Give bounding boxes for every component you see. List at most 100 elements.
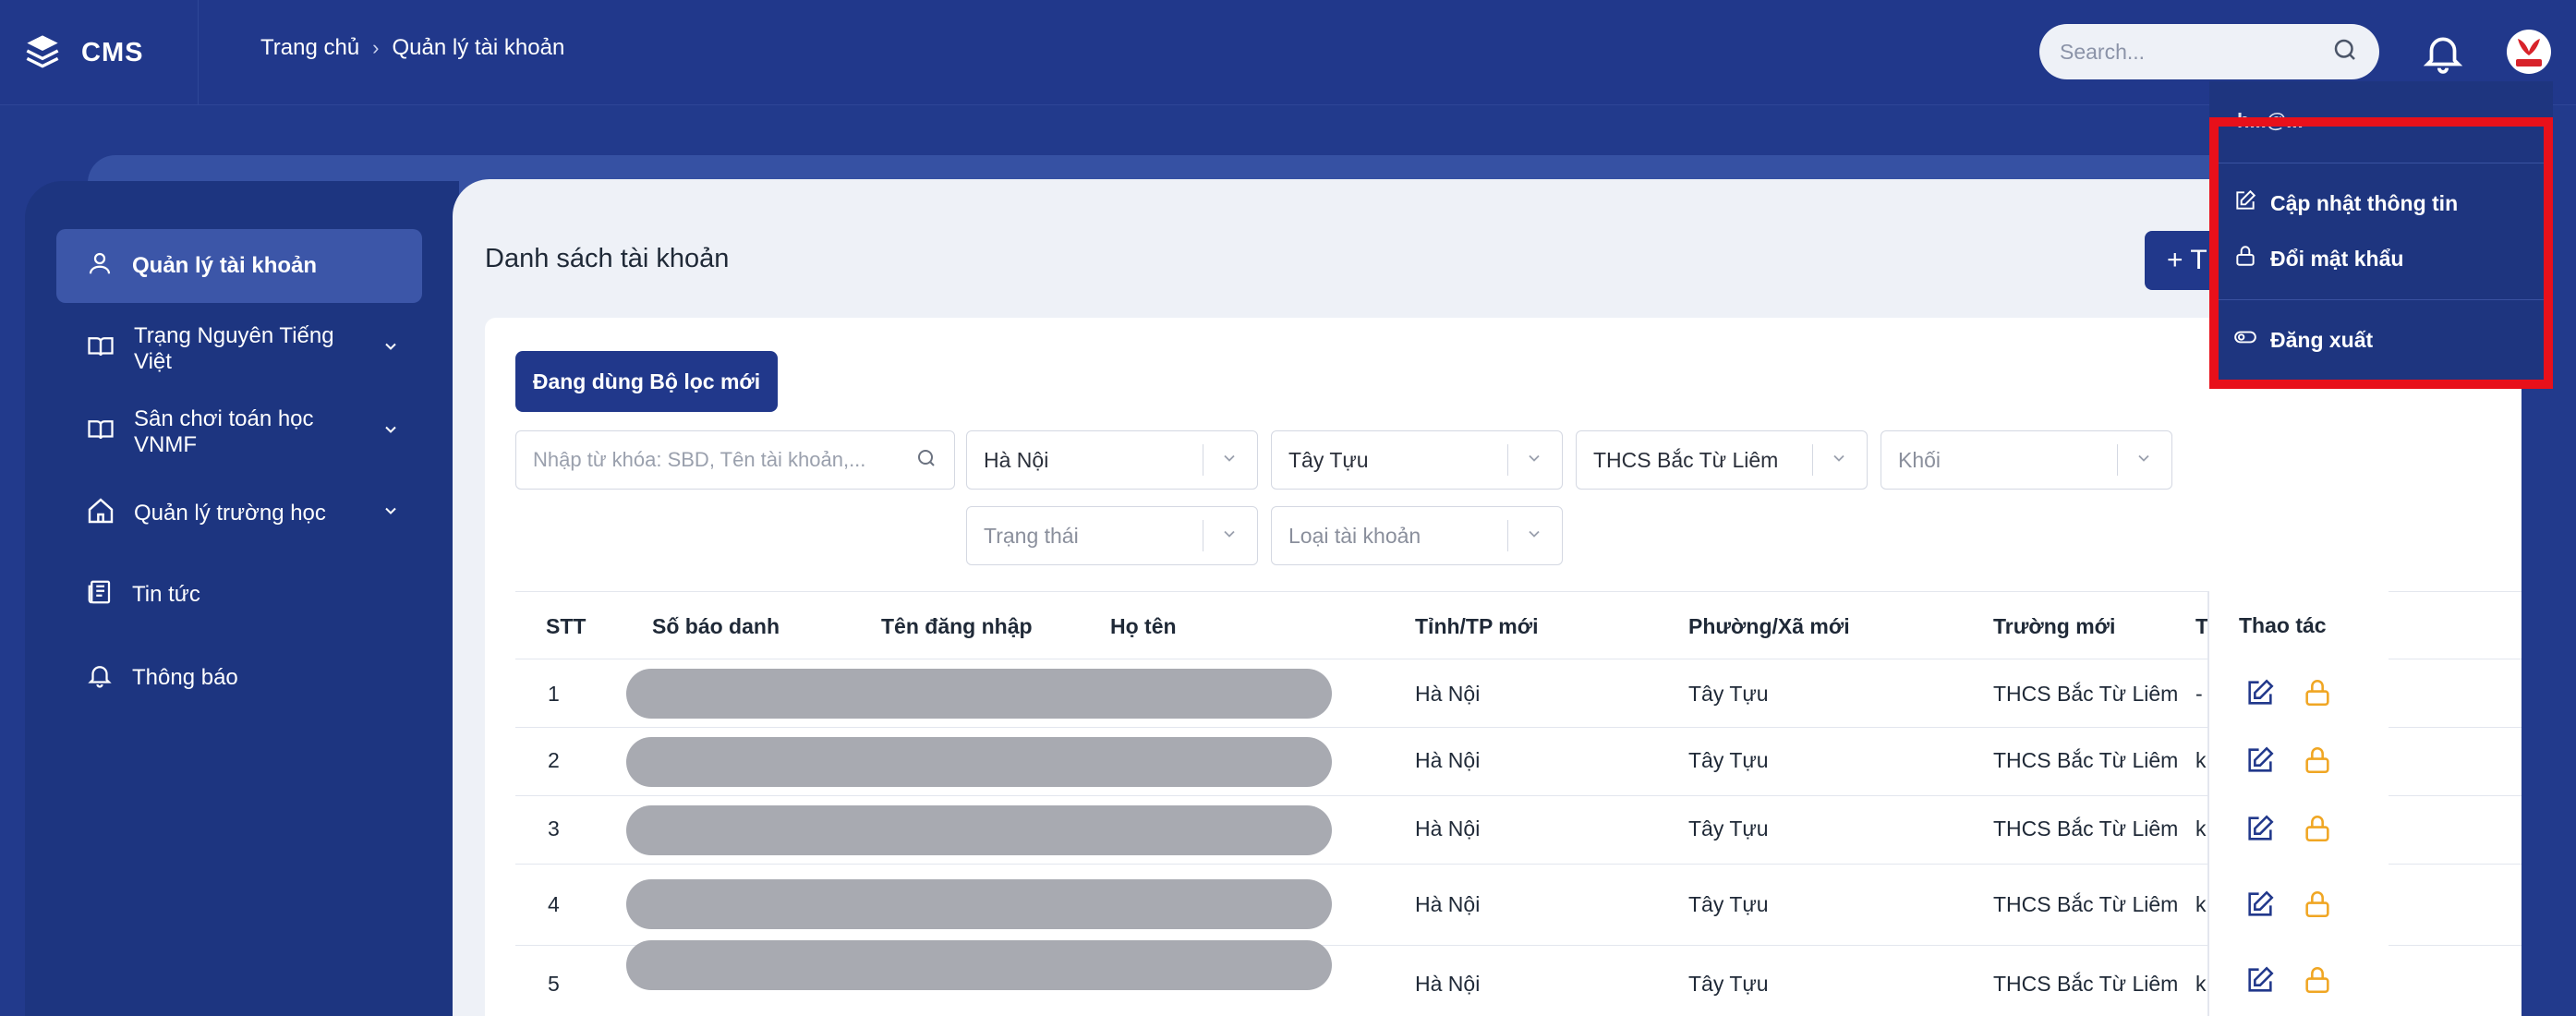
province-select[interactable]: Hà Nội bbox=[966, 430, 1258, 490]
lock-icon[interactable] bbox=[2302, 964, 2333, 1000]
sidebar-item-label: Quản lý tài khoản bbox=[132, 253, 318, 278]
chevron-down-icon bbox=[1220, 448, 1239, 473]
search-box[interactable] bbox=[2039, 24, 2379, 79]
top-bar: CMS Trang chủ › Quản lý tài khoản bbox=[0, 0, 2576, 105]
highlight-box bbox=[2209, 117, 2553, 389]
grade-select[interactable]: Khối bbox=[1881, 430, 2172, 490]
actions-column: Thao tác bbox=[2207, 591, 2389, 1016]
sidebar-item-schools[interactable]: Quản lý trường học bbox=[56, 477, 422, 550]
cell-stt: 2 bbox=[548, 748, 560, 772]
book-icon bbox=[86, 416, 115, 450]
cell-province: Hà Nội bbox=[1415, 892, 1481, 916]
cell-province: Hà Nội bbox=[1415, 816, 1481, 841]
sidebar-item-notifications[interactable]: Thông báo bbox=[56, 641, 422, 715]
header-username[interactable]: Tên đăng nhập bbox=[881, 614, 1033, 639]
sidebar-item-vnmf[interactable]: Sân chơi toán học VNMF bbox=[56, 395, 422, 469]
header-fullname[interactable]: Họ tên bbox=[1110, 614, 1177, 639]
header-sbd[interactable]: Số báo danh bbox=[652, 614, 780, 639]
breadcrumb: Trang chủ › Quản lý tài khoản bbox=[260, 35, 564, 61]
cell-school: THCS Bắc Từ Liêm bbox=[1993, 972, 2179, 996]
cell-ward: Tây Tựu bbox=[1688, 972, 1769, 996]
newspaper-icon bbox=[86, 578, 114, 612]
status-select[interactable]: Trạng thái bbox=[966, 506, 1258, 565]
keyword-input[interactable] bbox=[533, 448, 902, 472]
header-stt[interactable]: STT bbox=[546, 614, 586, 639]
keyword-search[interactable] bbox=[515, 430, 955, 490]
edit-icon[interactable] bbox=[2244, 889, 2276, 925]
select-value: THCS Bắc Từ Liêm bbox=[1593, 447, 1779, 472]
home-icon bbox=[86, 496, 115, 532]
lock-icon[interactable] bbox=[2302, 889, 2333, 925]
chevron-down-icon bbox=[381, 501, 400, 526]
redacted-block bbox=[626, 737, 1332, 787]
chevron-down-icon bbox=[1525, 448, 1543, 473]
sidebar: Quản lý tài khoản Trạng Nguyên Tiếng Việ… bbox=[25, 181, 459, 1016]
search-icon[interactable] bbox=[915, 447, 937, 474]
chevron-down-icon bbox=[1830, 448, 1848, 473]
chevron-right-icon: › bbox=[372, 36, 380, 59]
search-icon[interactable] bbox=[2331, 36, 2359, 68]
cell-truncated: k bbox=[2195, 748, 2207, 772]
cell-school: THCS Bắc Từ Liêm bbox=[1993, 682, 2179, 706]
lock-icon[interactable] bbox=[2302, 677, 2333, 713]
cell-stt: 4 bbox=[548, 892, 560, 916]
sidebar-item-news[interactable]: Tin tức bbox=[56, 558, 422, 632]
breadcrumb-home[interactable]: Trang chủ bbox=[260, 35, 359, 61]
cell-province: Hà Nội bbox=[1415, 682, 1481, 706]
lock-icon[interactable] bbox=[2302, 744, 2333, 780]
notification-bell-icon[interactable] bbox=[2420, 28, 2466, 82]
edit-icon[interactable] bbox=[2244, 813, 2276, 849]
cell-stt: 5 bbox=[548, 972, 560, 996]
edit-icon[interactable] bbox=[2244, 677, 2276, 713]
content-panel: Đang dùng Bộ lọc mới Hà Nội Tây Tựu THCS… bbox=[485, 318, 2522, 1016]
cell-school: THCS Bắc Từ Liêm bbox=[1993, 892, 2179, 916]
new-filter-button[interactable]: Đang dùng Bộ lọc mới bbox=[515, 351, 778, 412]
cell-truncated: k bbox=[2195, 972, 2207, 996]
redacted-block bbox=[626, 879, 1332, 929]
edit-icon[interactable] bbox=[2244, 964, 2276, 1000]
chevron-down-icon bbox=[1525, 524, 1543, 549]
redacted-block bbox=[626, 669, 1332, 719]
header-school[interactable]: Trường mới bbox=[1993, 614, 2115, 639]
cell-stt: 3 bbox=[548, 816, 560, 841]
avatar[interactable] bbox=[2503, 26, 2555, 78]
account-type-select[interactable]: Loại tài khoản bbox=[1271, 506, 1563, 565]
cell-truncated: - bbox=[2195, 682, 2203, 706]
select-value: Hà Nội bbox=[984, 447, 1049, 472]
cell-ward: Tây Tựu bbox=[1688, 748, 1769, 772]
cell-ward: Tây Tựu bbox=[1688, 816, 1769, 841]
sidebar-item-label: Trạng Nguyên Tiếng Việt bbox=[134, 323, 334, 374]
lock-icon[interactable] bbox=[2302, 813, 2333, 849]
sidebar-item-label: Thông báo bbox=[132, 665, 238, 690]
chevron-down-icon bbox=[381, 336, 400, 362]
page-title: Danh sách tài khoản bbox=[485, 244, 730, 273]
cell-truncated: k bbox=[2195, 892, 2207, 916]
cell-truncated: k bbox=[2195, 816, 2207, 841]
cell-province: Hà Nội bbox=[1415, 972, 1481, 996]
select-placeholder: Trạng thái bbox=[984, 523, 1079, 548]
user-icon bbox=[86, 249, 114, 284]
header-truncated: T bbox=[2195, 614, 2209, 638]
search-input[interactable] bbox=[2060, 39, 2318, 65]
brand[interactable]: CMS bbox=[0, 0, 199, 105]
breadcrumb-current: Quản lý tài khoản bbox=[392, 35, 565, 60]
select-placeholder: Khối bbox=[1898, 447, 1941, 472]
sidebar-item-label: Tin tức bbox=[132, 582, 200, 607]
sidebar-item-trang-nguyen[interactable]: Trạng Nguyên Tiếng Việt bbox=[56, 312, 422, 386]
ward-select[interactable]: Tây Tựu bbox=[1271, 430, 1563, 490]
sidebar-item-label: Sân chơi toán học VNMF bbox=[134, 406, 314, 457]
edit-icon[interactable] bbox=[2244, 744, 2276, 780]
cell-school: THCS Bắc Từ Liêm bbox=[1993, 748, 2179, 772]
school-select[interactable]: THCS Bắc Từ Liêm bbox=[1576, 430, 1868, 490]
redacted-block bbox=[626, 940, 1332, 990]
header-ward[interactable]: Phường/Xã mới bbox=[1688, 614, 1850, 639]
chevron-down-icon bbox=[2135, 448, 2153, 473]
select-value: Tây Tựu bbox=[1288, 447, 1369, 472]
sidebar-item-label: Quản lý trường học bbox=[134, 501, 326, 526]
bell-icon bbox=[86, 661, 114, 695]
layers-icon bbox=[24, 32, 61, 74]
brand-title: CMS bbox=[81, 37, 144, 67]
sidebar-item-accounts[interactable]: Quản lý tài khoản bbox=[56, 229, 422, 303]
header-province[interactable]: Tỉnh/TP mới bbox=[1415, 614, 1539, 639]
cell-school: THCS Bắc Từ Liêm bbox=[1993, 816, 2179, 841]
